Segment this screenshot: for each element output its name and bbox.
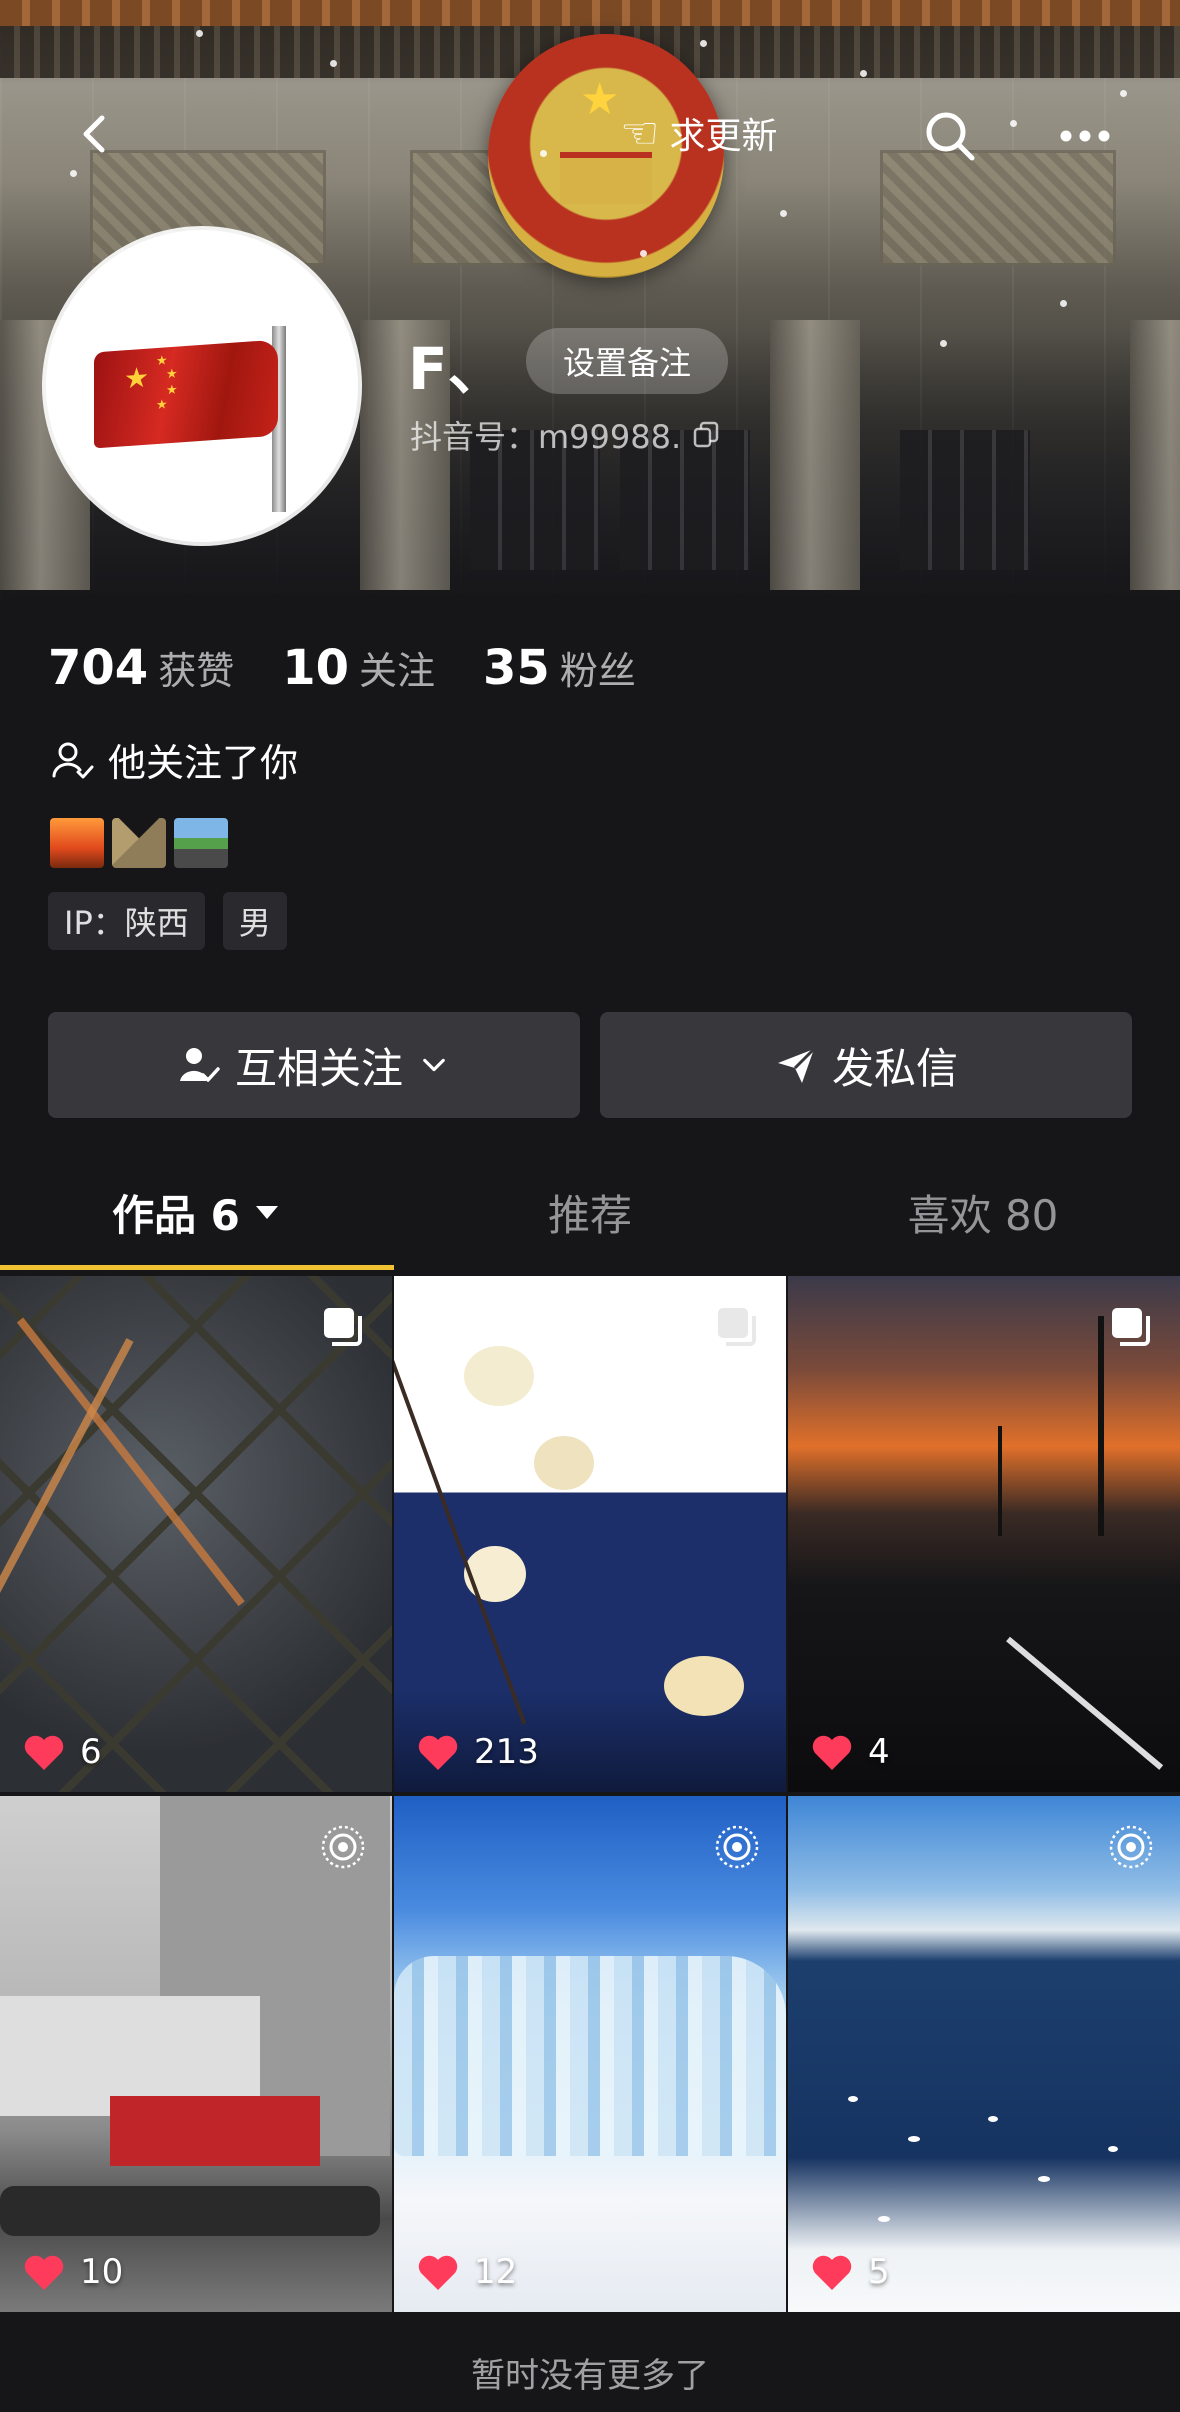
request-update-button[interactable]: ☜ 求更新 xyxy=(620,100,777,166)
banner-window xyxy=(900,430,1030,570)
mutual-follow-button[interactable]: 互相关注 xyxy=(48,1012,580,1118)
douyin-id-text: 抖音号：m99988. xyxy=(410,418,682,456)
heart-icon xyxy=(24,2255,64,2290)
like-count: 6 xyxy=(22,1732,102,1772)
avatar[interactable]: ★ ★ ★ ★ ★ xyxy=(46,230,358,542)
like-count: 10 xyxy=(22,2252,123,2292)
city-sunset-emoji-icon xyxy=(50,818,104,868)
tab-works[interactable]: 作品 6 xyxy=(0,1180,394,1244)
bio-emoji-row xyxy=(50,818,228,868)
like-count: 5 xyxy=(810,2252,890,2292)
heart-icon xyxy=(418,1735,458,1770)
top-nav: ☜ 求更新 xyxy=(0,90,1180,180)
post-tile[interactable]: 213 xyxy=(394,1276,786,1792)
chevron-down-icon xyxy=(423,1058,445,1072)
follows-you-text: 他关注了你 xyxy=(108,741,299,785)
like-count-text: 213 xyxy=(474,1732,539,1772)
douyin-id[interactable]: 抖音号：m99988. xyxy=(410,412,721,458)
banner-column xyxy=(770,320,860,590)
banner-column xyxy=(1130,320,1180,590)
like-count-text: 12 xyxy=(474,2252,518,2292)
like-count-text: 5 xyxy=(868,2252,890,2292)
stat-followers[interactable]: 35 粉丝 xyxy=(483,640,636,696)
stat-likes[interactable]: 704 获赞 xyxy=(48,640,234,696)
post-tile[interactable]: 12 xyxy=(394,1796,786,2312)
heart-icon xyxy=(24,1735,64,1770)
stat-label: 粉丝 xyxy=(559,649,636,693)
more-button[interactable] xyxy=(1054,106,1116,166)
stat-label: 关注 xyxy=(359,649,436,693)
heart-icon xyxy=(418,2255,458,2290)
tab-likes[interactable]: 喜欢 80 xyxy=(786,1180,1180,1244)
send-message-label: 发私信 xyxy=(831,1043,958,1093)
tab-recommend[interactable]: 推荐 xyxy=(394,1180,786,1244)
live-photo-icon xyxy=(715,1825,759,1869)
stat-number: 10 xyxy=(282,640,350,696)
more-horizontal-icon xyxy=(1060,130,1110,142)
flag-image: ★ ★ ★ ★ ★ xyxy=(94,339,278,449)
banner-roof xyxy=(0,0,1180,26)
pointing-hand-icon: ☜ xyxy=(620,107,660,159)
no-more-content-note: 暂时没有更多了 xyxy=(471,2356,709,2396)
post-tile[interactable]: 10 xyxy=(0,1796,392,2312)
heart-icon xyxy=(812,1735,852,1770)
live-photo-icon xyxy=(321,1825,365,1869)
back-button[interactable] xyxy=(68,106,124,162)
tab-works-label: 作品 6 xyxy=(112,1190,240,1240)
like-count: 4 xyxy=(810,1732,890,1772)
set-remark-button[interactable]: 设置备注 xyxy=(526,328,728,394)
multi-image-icon xyxy=(1112,1308,1150,1346)
profile-name: F、 xyxy=(408,335,506,403)
caret-down-icon xyxy=(255,1206,278,1219)
search-icon xyxy=(926,112,975,161)
request-update-label: 求更新 xyxy=(669,116,778,157)
live-photo-icon xyxy=(1109,1825,1153,1869)
follows-you-row: 他关注了你 xyxy=(50,732,298,787)
send-message-button[interactable]: 发私信 xyxy=(600,1012,1132,1118)
copy-icon[interactable] xyxy=(691,420,721,450)
road-emoji-icon xyxy=(174,818,228,868)
like-count-text: 6 xyxy=(80,1732,102,1772)
ip-tag: IP：陕西 xyxy=(48,892,205,950)
mountain-emoji-icon xyxy=(112,818,166,868)
like-count: 213 xyxy=(416,1732,539,1772)
search-button[interactable] xyxy=(920,106,980,166)
stat-number: 35 xyxy=(483,640,550,696)
heart-icon xyxy=(812,2255,852,2290)
mutual-follow-label: 互相关注 xyxy=(234,1043,403,1093)
stat-following[interactable]: 10 关注 xyxy=(282,640,435,696)
post-tile[interactable]: 6 xyxy=(0,1276,392,1792)
stat-label: 获赞 xyxy=(158,649,235,693)
stats-row: 704 获赞 10 关注 35 粉丝 xyxy=(48,640,636,696)
profile-tags: IP：陕西 男 xyxy=(48,892,287,950)
post-tile[interactable]: 4 xyxy=(788,1276,1180,1792)
like-count: 12 xyxy=(416,2252,517,2292)
send-icon xyxy=(777,1047,816,1083)
tab-indicator xyxy=(0,1265,394,1270)
user-check-icon xyxy=(52,742,94,778)
multi-image-icon xyxy=(718,1308,756,1346)
stat-number: 704 xyxy=(48,640,149,696)
multi-image-icon xyxy=(324,1308,362,1346)
gender-tag: 男 xyxy=(222,892,287,950)
user-check-icon xyxy=(179,1048,220,1082)
chevron-left-icon xyxy=(83,115,105,153)
post-tile[interactable]: 5 xyxy=(788,1796,1180,2312)
like-count-text: 10 xyxy=(80,2252,124,2292)
like-count-text: 4 xyxy=(868,1732,890,1772)
